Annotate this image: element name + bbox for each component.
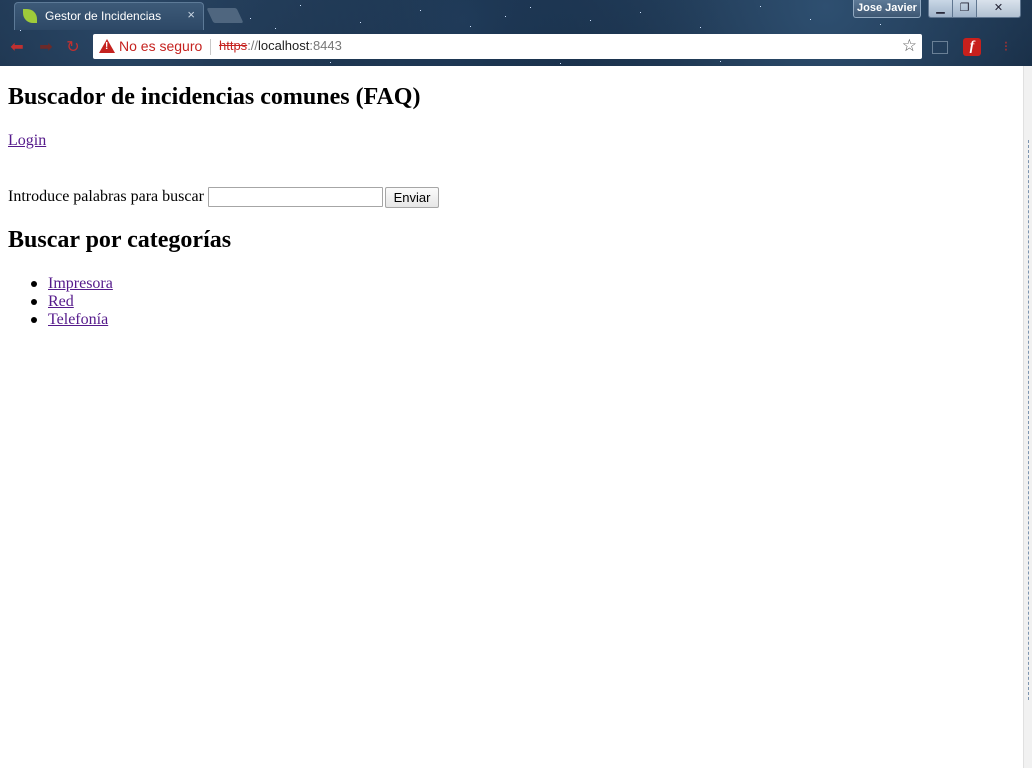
bookmark-star-icon[interactable]: ☆	[902, 36, 917, 56]
search-label: Introduce palabras para buscar	[8, 188, 204, 205]
url-scheme: https	[219, 38, 248, 53]
cast-icon[interactable]	[932, 41, 948, 54]
category-link-red[interactable]: Red	[48, 293, 74, 310]
tab-close-icon[interactable]: ×	[187, 7, 195, 22]
restore-window-icon[interactable]: ❐	[952, 0, 977, 18]
address-bar[interactable]: No es seguro https://localhost:8443 ☆	[93, 34, 922, 59]
page-viewport	[0, 66, 1023, 768]
category-list: Impresora Red Telefonía	[0, 275, 113, 329]
menu-icon[interactable]: ⁝	[997, 38, 1015, 56]
new-tab-button[interactable]	[206, 8, 244, 23]
list-item: Red	[0, 293, 113, 311]
page-title: Buscador de incidencias comunes (FAQ)	[8, 84, 421, 110]
minimize-window-icon[interactable]: ▁	[928, 0, 953, 18]
close-window-icon[interactable]: ✕	[976, 0, 1021, 18]
login-link[interactable]: Login	[8, 132, 46, 150]
forward-arrow-icon[interactable]: ➡	[36, 37, 56, 57]
submit-button[interactable]: Enviar	[385, 187, 439, 208]
omnibox-divider	[210, 39, 211, 55]
browser-tab[interactable]: Gestor de Incidencias ×	[14, 2, 204, 30]
leaf-favicon-icon	[23, 9, 37, 23]
reload-icon[interactable]: ↻	[63, 37, 83, 57]
flash-icon[interactable]: f	[963, 38, 981, 56]
warning-triangle-icon[interactable]	[99, 39, 115, 53]
url-text[interactable]: https://localhost:8443	[219, 38, 342, 53]
url-port: :8443	[309, 38, 342, 53]
browser-chrome: Gestor de Incidencias × Jose Javier ▁ ❐ …	[0, 0, 1032, 66]
back-arrow-icon[interactable]: ⬅	[7, 37, 27, 57]
category-link-impresora[interactable]: Impresora	[48, 275, 113, 292]
category-link-telefonia[interactable]: Telefonía	[48, 311, 108, 328]
security-indicator[interactable]: No es seguro	[119, 38, 202, 54]
search-input[interactable]	[208, 187, 383, 207]
categories-title: Buscar por categorías	[8, 227, 232, 253]
url-separator: ://	[247, 38, 259, 53]
window-edge-divider	[1028, 140, 1029, 700]
tab-title: Gestor de Incidencias	[45, 9, 162, 23]
url-host: localhost	[258, 38, 310, 53]
list-item: Telefonía	[0, 311, 113, 329]
list-item: Impresora	[0, 275, 113, 293]
profile-button[interactable]: Jose Javier	[853, 0, 921, 18]
